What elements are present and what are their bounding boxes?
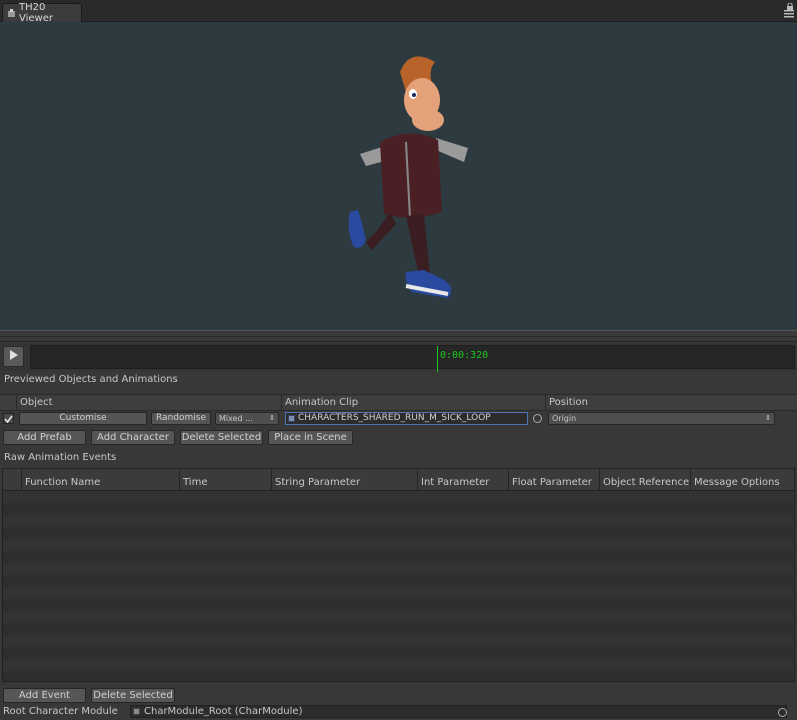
previewed-section-title: Previewed Objects and Animations	[0, 372, 797, 388]
delete-selected-events-button[interactable]: Delete Selected	[91, 688, 175, 703]
viewport-splitter[interactable]	[0, 330, 797, 342]
column-object-reference: Object Reference	[599, 469, 690, 490]
column-int-parameter: Int Parameter	[417, 469, 508, 490]
unity-window-icon	[7, 8, 16, 18]
raw-events-body[interactable]	[3, 491, 794, 681]
window-titlebar: TH20 Viewer	[0, 0, 797, 24]
object-picker-icon[interactable]	[533, 414, 542, 423]
add-prefab-button[interactable]: Add Prefab	[3, 430, 86, 445]
column-function-name: Function Name	[21, 469, 179, 490]
add-event-button[interactable]: Add Event	[3, 688, 86, 703]
play-icon	[9, 350, 18, 363]
preview-viewport[interactable]	[0, 22, 797, 330]
viewer-tab[interactable]: TH20 Viewer	[2, 2, 82, 24]
dropdown-arrows-icon: ⇕	[269, 414, 275, 422]
raw-events-table[interactable]: Function Name Time String Parameter Int …	[2, 468, 795, 682]
column-position: Position	[545, 395, 795, 410]
root-character-module-label: Root Character Module	[3, 706, 118, 717]
mixed-dropdown-value: Mixed ...	[219, 414, 253, 423]
customise-button[interactable]: Customise	[19, 412, 147, 425]
delete-selected-objects-button[interactable]: Delete Selected	[180, 430, 263, 445]
animation-clip-value: CHARACTERS_SHARED_RUN_M_SICK_LOOP	[298, 413, 491, 423]
play-button[interactable]	[3, 346, 24, 367]
root-character-module-field[interactable]: CharModule_Root (CharModule)	[130, 705, 787, 718]
lock-icon[interactable]	[786, 2, 794, 10]
column-object: Object	[16, 395, 281, 410]
root-character-module-row: Root Character Module CharModule_Root (C…	[0, 705, 797, 720]
previewed-object-row: Customise Randomise Mixed ... ⇕ CHARACTE…	[0, 412, 797, 426]
object-picker-icon[interactable]	[778, 708, 787, 717]
root-character-module-value: CharModule_Root (CharModule)	[144, 706, 303, 717]
dropdown-arrows-icon: ⇕	[765, 414, 771, 422]
window-controls	[784, 2, 794, 18]
column-animation-clip: Animation Clip	[281, 395, 545, 410]
menu-icon[interactable]	[784, 10, 794, 18]
animation-clip-icon	[288, 415, 295, 422]
position-dropdown-value: Origin	[552, 414, 577, 423]
column-string-parameter: String Parameter	[271, 469, 417, 490]
time-readout: 0:00:320	[440, 350, 489, 361]
raw-events-section-title: Raw Animation Events	[0, 450, 797, 466]
tab-title: TH20 Viewer	[19, 2, 53, 24]
timeline: 0:00:320	[0, 343, 797, 372]
character-preview	[348, 56, 468, 298]
column-message-options: Message Options	[690, 469, 794, 490]
timeline-track[interactable]: 0:00:320	[30, 345, 795, 372]
enabled-checkbox[interactable]	[3, 413, 14, 424]
event-buttons: Add Event Delete Selected	[0, 688, 797, 704]
previewed-table-header: Object Animation Clip Position	[0, 394, 797, 411]
animation-clip-field[interactable]: CHARACTERS_SHARED_RUN_M_SICK_LOOP	[285, 412, 528, 425]
component-icon	[133, 708, 140, 715]
place-in-scene-button[interactable]: Place in Scene	[268, 430, 353, 445]
raw-events-header: Function Name Time String Parameter Int …	[3, 469, 794, 491]
mixed-dropdown[interactable]: Mixed ... ⇕	[215, 412, 279, 425]
randomise-button[interactable]: Randomise	[151, 412, 211, 425]
add-character-button[interactable]: Add Character	[91, 430, 175, 445]
position-dropdown[interactable]: Origin ⇕	[548, 412, 775, 425]
timeline-scrubber[interactable]	[437, 346, 438, 372]
column-float-parameter: Float Parameter	[508, 469, 599, 490]
column-time: Time	[179, 469, 271, 490]
